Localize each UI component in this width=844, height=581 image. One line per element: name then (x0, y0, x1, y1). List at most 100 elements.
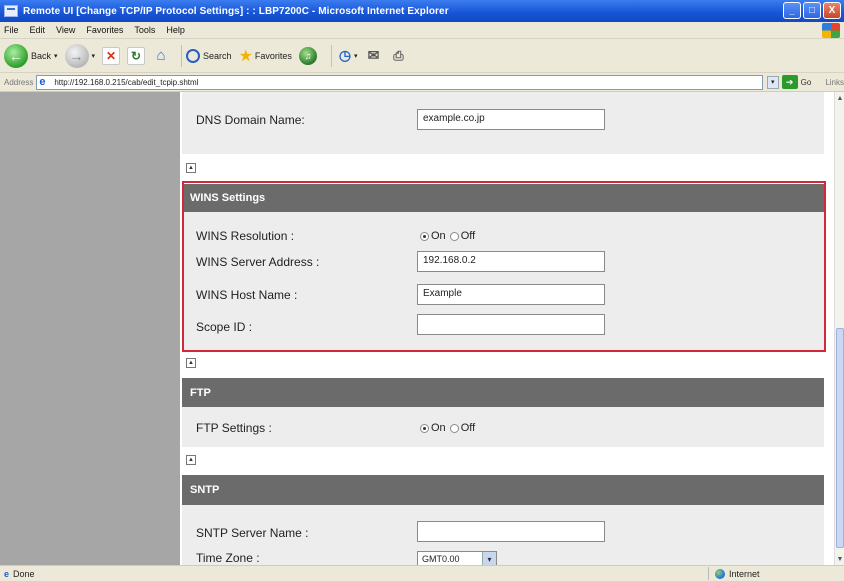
status-text: Done (13, 568, 35, 579)
sntp-server-label: SNTP Server Name : (196, 526, 309, 540)
minimize-button[interactable]: _ (783, 2, 801, 19)
wins-host-input[interactable]: Example (417, 284, 605, 305)
ftp-header-title: FTP (190, 386, 211, 399)
wins-server-input[interactable]: 192.168.0.2 (417, 251, 605, 272)
search-button[interactable]: Search (186, 48, 232, 63)
ftp-on-radio[interactable] (420, 423, 429, 433)
history-dropdown-icon[interactable]: ▾ (354, 52, 358, 60)
menu-file[interactable]: File (4, 25, 19, 35)
toolbar-separator (181, 44, 183, 67)
ftp-off-radio[interactable] (449, 423, 459, 433)
dns-domain-input[interactable]: example.co.jp (417, 109, 605, 130)
print-icon: ⎙ (393, 47, 404, 63)
address-bar: Address e http://192.168.0.215/cab/edit_… (0, 73, 844, 92)
search-label: Search (203, 50, 232, 61)
wins-resolution-off-radio[interactable] (449, 231, 459, 241)
toolbar: ← Back ▾ → ▾ ✕ ↻ ⌂ Search ★ Favorites ♫ … (0, 39, 844, 73)
wins-resolution-on-radio[interactable] (420, 231, 429, 241)
wins-resolution-radios: On Off (420, 230, 475, 242)
time-zone-select[interactable]: GMT0.00 ▾ (417, 551, 497, 565)
refresh-icon: ↻ (127, 46, 146, 65)
back-dropdown-icon[interactable]: ▾ (54, 52, 58, 60)
sntp-section-header: SNTP (182, 475, 824, 505)
page-done-icon: e (4, 568, 10, 579)
scope-id-row: Scope ID : (182, 314, 824, 338)
links-button[interactable]: Links (825, 78, 844, 87)
internet-globe-icon (715, 568, 725, 579)
collapse-dns-icon[interactable]: ▲ (186, 163, 196, 173)
stop-icon: ✕ (102, 46, 121, 65)
window-title-bar[interactable]: Remote UI [Change TCP/IP Protocol Settin… (0, 0, 844, 22)
go-arrow-icon[interactable]: ➔ (781, 75, 798, 89)
settings-form: DNS Domain Name: example.co.jp ▲ WINS Se… (182, 92, 834, 565)
zone-label: Internet (729, 568, 760, 579)
left-navigation-panel (0, 92, 180, 565)
stop-button[interactable]: ✕ (102, 46, 121, 65)
forward-arrow-icon: → (64, 43, 89, 68)
collapse-wins-icon[interactable]: ▲ (186, 358, 196, 368)
menu-help[interactable]: Help (166, 25, 185, 35)
history-icon: ◷ (338, 47, 352, 63)
ie-page-icon: e (39, 75, 46, 88)
wins-server-label: WINS Server Address : (196, 255, 320, 269)
sntp-server-input[interactable] (417, 521, 605, 542)
search-icon (186, 48, 201, 63)
window-title: Remote UI [Change TCP/IP Protocol Settin… (23, 5, 449, 17)
time-zone-dropdown-icon: ▾ (482, 552, 496, 565)
time-zone-label: Time Zone : (196, 551, 260, 565)
forward-dropdown-icon[interactable]: ▾ (92, 52, 96, 60)
media-button[interactable]: ♫ (298, 46, 320, 65)
menu-view[interactable]: View (56, 25, 75, 35)
favorites-label: Favorites (254, 50, 292, 61)
menu-favorites[interactable]: Favorites (86, 25, 123, 35)
forward-button[interactable]: → ▾ (64, 43, 96, 68)
scroll-up-icon[interactable]: ▲ (835, 92, 844, 104)
maximize-button[interactable]: □ (803, 2, 821, 19)
home-button[interactable]: ⌂ (152, 47, 170, 65)
refresh-button[interactable]: ↻ (127, 46, 146, 65)
security-zone: Internet (708, 567, 760, 580)
menu-edit[interactable]: Edit (30, 25, 46, 35)
scroll-down-icon[interactable]: ▼ (835, 553, 844, 565)
favorites-button[interactable]: ★ Favorites (239, 46, 292, 66)
address-label: Address (4, 77, 34, 87)
dns-domain-label: DNS Domain Name: (196, 113, 305, 127)
sntp-header-title: SNTP (190, 484, 220, 496)
ftp-settings-radios: On Off (420, 422, 475, 434)
page-content: DNS Domain Name: example.co.jp ▲ WINS Se… (0, 92, 834, 565)
mail-button[interactable]: ✉ (364, 47, 382, 65)
time-zone-value: GMT0.00 (422, 554, 460, 564)
wins-section-header: WINS Settings (182, 184, 824, 212)
print-button[interactable]: ⎙ (389, 47, 407, 65)
mail-icon: ✉ (367, 47, 380, 63)
close-button[interactable]: X (823, 2, 841, 19)
toolbar-separator-2 (330, 44, 332, 67)
go-button[interactable]: Go (801, 78, 812, 87)
wins-host-row: WINS Host Name : Example (182, 283, 824, 307)
favorites-star-icon: ★ (238, 47, 253, 65)
wins-resolution-label: WINS Resolution : (196, 229, 295, 243)
back-button[interactable]: ← Back ▾ (4, 43, 58, 68)
dns-domain-row: DNS Domain Name: example.co.jp (182, 109, 824, 143)
window-controls: _ □ X (783, 2, 841, 19)
ie-window-icon (4, 5, 18, 17)
status-done: e Done (0, 569, 35, 579)
vertical-scrollbar[interactable]: ▲ ▼ (834, 92, 844, 565)
wins-host-label: WINS Host Name : (196, 288, 298, 302)
menu-bar: File Edit View Favorites Tools Help (0, 22, 844, 39)
menu-tools[interactable]: Tools (134, 25, 155, 35)
address-dropdown-icon[interactable]: ▾ (766, 75, 779, 89)
ftp-on-label: On (431, 422, 446, 434)
back-arrow-icon: ← (4, 43, 28, 68)
history-button[interactable]: ◷ ▾ (336, 47, 358, 65)
media-icon: ♫ (298, 46, 317, 65)
wins-on-label: On (431, 230, 446, 242)
collapse-ftp-icon[interactable]: ▲ (186, 455, 196, 465)
address-url: http://192.168.0.215/cab/edit_tcpip.shtm… (54, 77, 199, 87)
time-zone-row: Time Zone : GMT0.00 ▾ (182, 549, 824, 565)
wins-off-label: Off (460, 230, 476, 242)
scope-id-input[interactable] (417, 314, 605, 335)
scrollbar-thumb[interactable] (836, 328, 844, 548)
address-input[interactable]: e http://192.168.0.215/cab/edit_tcpip.sh… (36, 74, 763, 90)
ftp-off-label: Off (460, 422, 476, 434)
